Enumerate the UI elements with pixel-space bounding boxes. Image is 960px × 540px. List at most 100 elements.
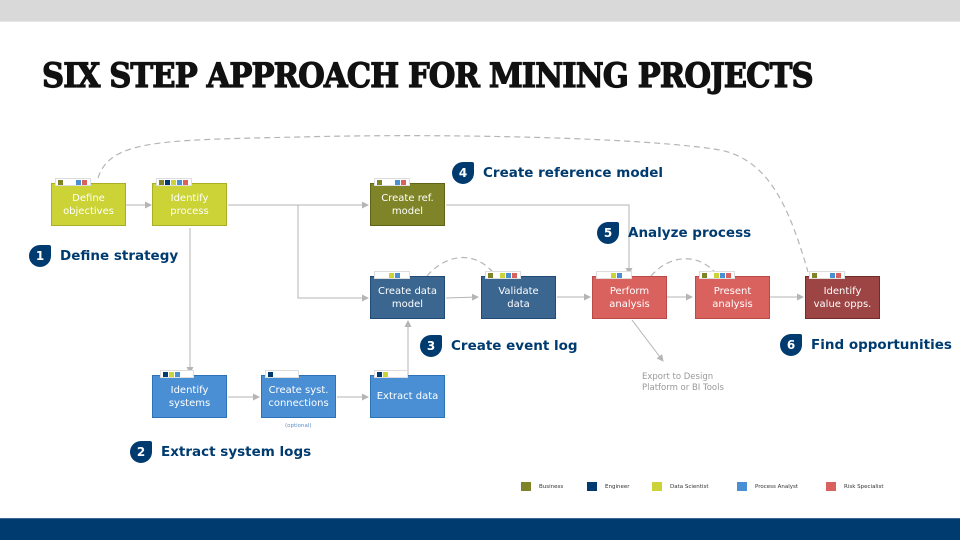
role-square-data-scientist: [714, 272, 719, 278]
role-square-business: [58, 179, 63, 185]
role-square-process-analyst: [617, 272, 622, 278]
legend-label: Process Analyst: [755, 483, 799, 490]
legend-swatch: [826, 482, 836, 491]
role-square-process-analyst: [830, 272, 835, 278]
role-square-risk-specialist: [836, 272, 841, 278]
step-4: 4 Create reference model: [452, 162, 663, 184]
role-gap: [599, 273, 604, 278]
role-square-engineer: [377, 371, 382, 377]
role-tag: [374, 271, 410, 279]
role-gap: [494, 273, 499, 278]
role-square-business: [377, 179, 382, 185]
legend-label: Engineer: [605, 483, 630, 490]
role-square-risk-specialist: [726, 272, 731, 278]
role-square-process-analyst: [175, 371, 180, 377]
role-gap: [377, 273, 382, 278]
role-square-data-scientist: [383, 371, 388, 377]
step-label: Analyze process: [628, 225, 752, 241]
legend-item-engineer: Engineer: [587, 482, 630, 491]
optional-note: (optional): [285, 423, 312, 429]
role-tag: [374, 178, 410, 186]
role-square-engineer: [165, 179, 170, 185]
step-label: Create event log: [451, 338, 578, 354]
step-badge: 3: [420, 335, 442, 357]
role-square-engineer: [268, 371, 273, 377]
role-square-process-analyst: [720, 272, 725, 278]
node-identify-process[interactable]: Identify process: [152, 183, 227, 226]
legend-item-process-analyst: Process Analyst: [737, 482, 798, 491]
role-tag: [156, 178, 192, 186]
step-label: Create reference model: [483, 165, 664, 181]
role-square-process-analyst: [395, 179, 400, 185]
role-gap: [708, 273, 713, 278]
role-square-business: [702, 272, 707, 278]
edge-identify-datamodel: [297, 205, 369, 302]
role-square-engineer: [163, 371, 168, 377]
node-extract-data[interactable]: Extract data: [370, 375, 445, 418]
role-gap: [64, 180, 69, 185]
role-square-business: [488, 272, 493, 278]
legend-swatch: [587, 482, 597, 491]
role-square-data-scientist: [171, 179, 176, 185]
step-badge: 2: [130, 441, 152, 463]
role-square-process-analyst: [177, 179, 182, 185]
step-5: 5 Analyze process: [597, 222, 751, 244]
export-note: Export to Design Platform or BI Tools: [642, 372, 724, 393]
top-bar: [0, 0, 960, 22]
edge-datamodel-validate: [445, 293, 479, 301]
role-tag: [485, 271, 521, 279]
legend-label: Risk Specialist: [844, 483, 884, 490]
legend-label: Business: [539, 483, 564, 490]
role-gap: [818, 273, 823, 278]
role-square-data-scientist: [389, 272, 394, 278]
step-1: 1 Define strategy: [29, 245, 178, 267]
step-badge: 4: [452, 162, 474, 184]
role-gap: [824, 273, 829, 278]
node-create-ref-model[interactable]: Create ref. model: [370, 183, 445, 226]
legend-label: Data Scientist: [670, 483, 709, 490]
role-gap: [383, 180, 388, 185]
node-identify-value-opps[interactable]: Identify value opps.: [805, 276, 880, 319]
role-square-risk-specialist: [183, 179, 188, 185]
role-square-risk-specialist: [82, 179, 87, 185]
node-create-data-model[interactable]: Create data model: [370, 276, 445, 319]
step-2: 2 Extract system logs: [130, 441, 311, 463]
role-square-risk-specialist: [512, 272, 517, 278]
node-perform-analysis[interactable]: Perform analysis: [592, 276, 667, 319]
legend-item-risk-specialist: Risk Specialist: [826, 482, 884, 491]
role-square-data-scientist: [500, 272, 505, 278]
node-present-analysis[interactable]: Present analysis: [695, 276, 770, 319]
role-tag: [160, 370, 194, 378]
legend-swatch: [652, 482, 662, 491]
role-tag: [596, 271, 632, 279]
node-validate-data[interactable]: Validate data: [481, 276, 556, 319]
role-tag: [265, 370, 299, 378]
role-tag: [55, 178, 91, 186]
role-square-data-scientist: [169, 371, 174, 377]
legend-item-data-scientist: Data Scientist: [652, 482, 709, 491]
role-square-process-analyst: [76, 179, 81, 185]
role-gap: [70, 180, 75, 185]
role-tag: [374, 370, 408, 378]
step-label: Find opportunities: [811, 337, 952, 353]
legend-swatch: [521, 482, 531, 491]
node-identify-systems[interactable]: Identify systems: [152, 375, 227, 418]
role-gap: [389, 180, 394, 185]
role-gap: [383, 273, 388, 278]
step-label: Extract system logs: [161, 444, 312, 460]
role-gap: [623, 273, 628, 278]
role-gap: [605, 273, 610, 278]
role-square-business: [812, 272, 817, 278]
legend-item-business: Business: [521, 482, 563, 491]
role-square-data-scientist: [611, 272, 616, 278]
role-square-process-analyst: [506, 272, 511, 278]
node-create-syst-connections[interactable]: Create syst. connections: [261, 375, 336, 418]
node-define-objectives[interactable]: Define objectives: [51, 183, 126, 226]
step-badge: 6: [780, 334, 802, 356]
step-3: 3 Create event log: [420, 335, 578, 357]
step-badge: 1: [29, 245, 51, 267]
step-badge: 5: [597, 222, 619, 244]
role-square-process-analyst: [395, 272, 400, 278]
step-6: 6 Find opportunities: [780, 334, 952, 356]
role-tag: [699, 271, 735, 279]
